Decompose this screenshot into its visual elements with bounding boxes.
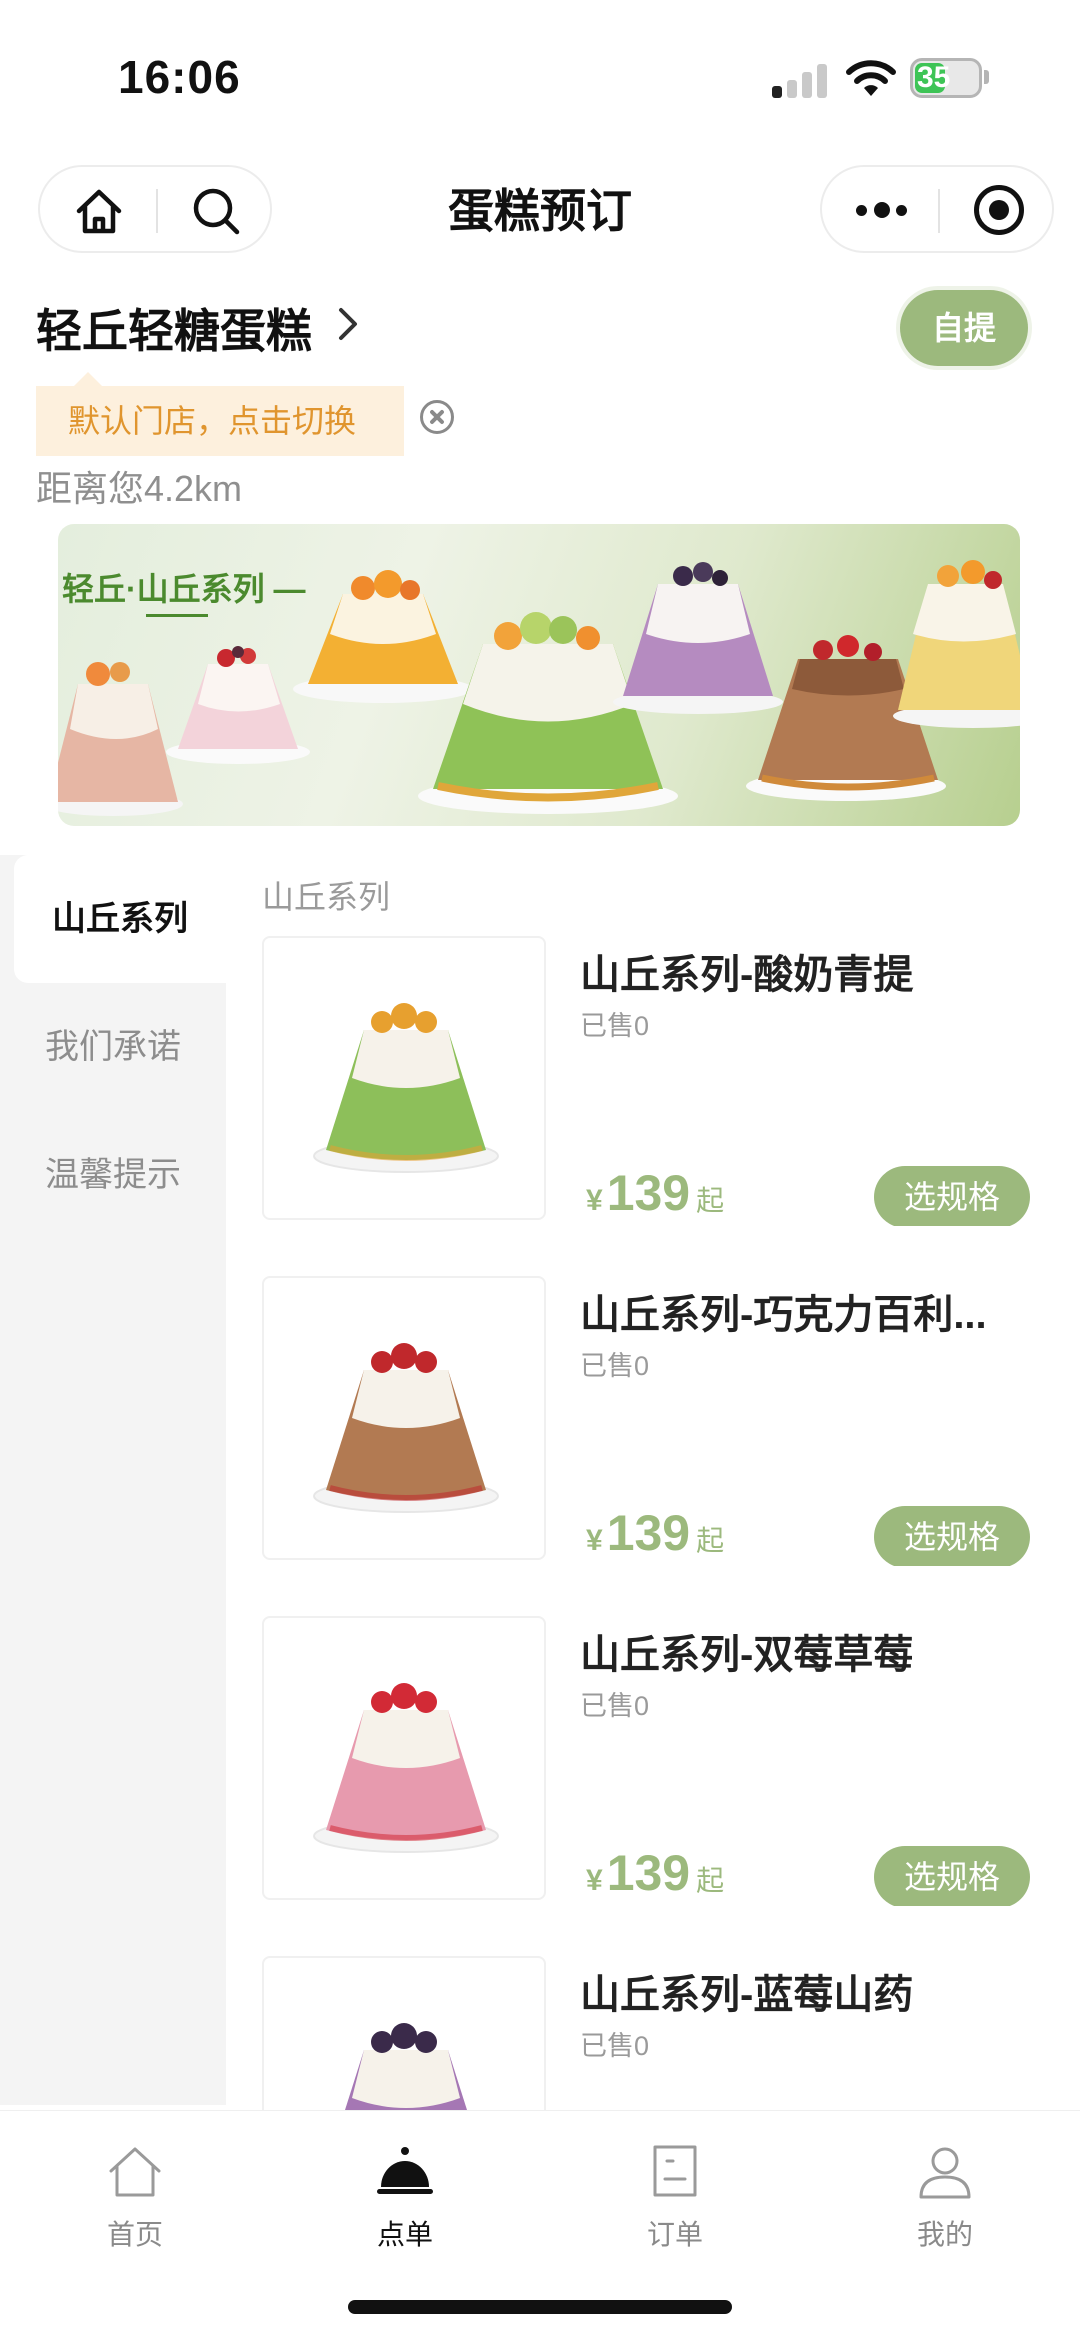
chevron-right-icon[interactable] xyxy=(336,306,360,342)
sidebar-item-promise[interactable]: 我们承诺 xyxy=(0,983,226,1111)
pickup-button[interactable]: 自提 xyxy=(900,290,1028,366)
close-miniapp-icon[interactable] xyxy=(974,185,1024,235)
product-card[interactable]: 山丘系列-蓝莓山药已售0 xyxy=(262,1956,1052,2110)
price-suffix: 起 xyxy=(696,1525,725,1556)
default-store-tip[interactable]: 默认门店，点击切换 xyxy=(36,372,404,456)
tab-label: 点单 xyxy=(376,2219,433,2250)
nav-capsule-right xyxy=(820,165,1054,253)
home-indicator xyxy=(348,2300,732,2314)
user-icon xyxy=(919,2147,971,2199)
product-image[interactable] xyxy=(262,1956,546,2110)
tab-mine[interactable]: 我的 xyxy=(810,2131,1080,2271)
product-image[interactable] xyxy=(262,1276,546,1560)
capsule-divider xyxy=(938,189,940,233)
status-time: 16:06 xyxy=(118,51,241,103)
tab-label: 首页 xyxy=(106,2219,163,2250)
banner-title: 轻丘·山丘系列 — xyxy=(62,571,306,607)
section-title: 山丘系列 xyxy=(262,879,391,915)
product-card[interactable]: 山丘系列-双莓草莓已售0 ¥139 起 选规格 xyxy=(262,1616,1052,1906)
product-image[interactable] xyxy=(262,1616,546,1900)
price-currency: ¥ xyxy=(586,1864,603,1897)
product-price: ¥139 起 xyxy=(586,1844,724,1902)
home-icon xyxy=(109,2147,161,2197)
price-currency: ¥ xyxy=(586,1524,603,1557)
cellular-signal-icon xyxy=(772,62,828,98)
product-price: ¥139 起 xyxy=(586,1164,724,1222)
more-icon[interactable] xyxy=(856,201,908,221)
close-icon[interactable] xyxy=(420,400,454,434)
store-distance: 距离您4.2km xyxy=(36,468,243,509)
product-sold-count: 已售0 xyxy=(580,2031,650,2061)
product-sold-count: 已售0 xyxy=(580,1351,650,1381)
promo-banner[interactable]: 轻丘·山丘系列 — xyxy=(58,524,1020,826)
tab-label: 我的 xyxy=(916,2219,973,2250)
status-bar: 16:06 35 xyxy=(0,0,1080,150)
price-suffix: 起 xyxy=(696,1185,725,1216)
product-sold-count: 已售0 xyxy=(580,1691,650,1721)
product-name[interactable]: 山丘系列-双莓草莓 xyxy=(580,1622,1040,1680)
cloche-icon xyxy=(377,2147,433,2194)
battery-icon: 35 xyxy=(910,58,982,98)
category-sidebar: 山丘系列 我们承诺 温馨提示 xyxy=(0,855,226,2105)
select-spec-button[interactable]: 选规格 xyxy=(874,1506,1030,1566)
price-value: 139 xyxy=(606,1505,691,1561)
product-price: ¥139 起 xyxy=(586,1504,724,1562)
tab-label: 订单 xyxy=(646,2219,703,2250)
product-card[interactable]: 山丘系列-巧克力百利... 已售0 ¥139 起 选规格 xyxy=(262,1276,1052,1566)
product-image[interactable] xyxy=(262,936,546,1220)
sidebar-item-tips[interactable]: 温馨提示 xyxy=(0,1111,226,1239)
price-currency: ¥ xyxy=(586,1184,603,1217)
select-spec-button[interactable]: 选规格 xyxy=(874,1846,1030,1906)
order-icon xyxy=(653,2145,697,2197)
price-value: 139 xyxy=(606,1845,691,1901)
store-name[interactable]: 轻丘轻糖蛋糕 xyxy=(36,295,312,361)
wifi-icon xyxy=(846,60,896,96)
select-spec-button[interactable]: 选规格 xyxy=(874,1166,1030,1226)
product-card[interactable]: 山丘系列-酸奶青提已售0 ¥139 起 选规格 xyxy=(262,936,1052,1226)
battery-nub xyxy=(984,70,989,84)
tab-home[interactable]: 首页 xyxy=(0,2131,270,2271)
product-name[interactable]: 山丘系列-蓝莓山药 xyxy=(580,1962,1040,2020)
tab-order[interactable]: 点单 xyxy=(270,2131,540,2271)
banner-underline xyxy=(146,614,208,617)
tab-orders[interactable]: 订单 xyxy=(540,2131,810,2271)
price-value: 139 xyxy=(606,1165,691,1221)
sidebar-item-hill-series[interactable]: 山丘系列 xyxy=(14,855,226,983)
price-suffix: 起 xyxy=(696,1865,725,1896)
product-name[interactable]: 山丘系列-巧克力百利... xyxy=(580,1282,1040,1340)
product-sold-count: 已售0 xyxy=(580,1011,650,1041)
battery-level: 35 xyxy=(917,61,951,94)
product-name[interactable]: 山丘系列-酸奶青提 xyxy=(580,942,1040,1000)
